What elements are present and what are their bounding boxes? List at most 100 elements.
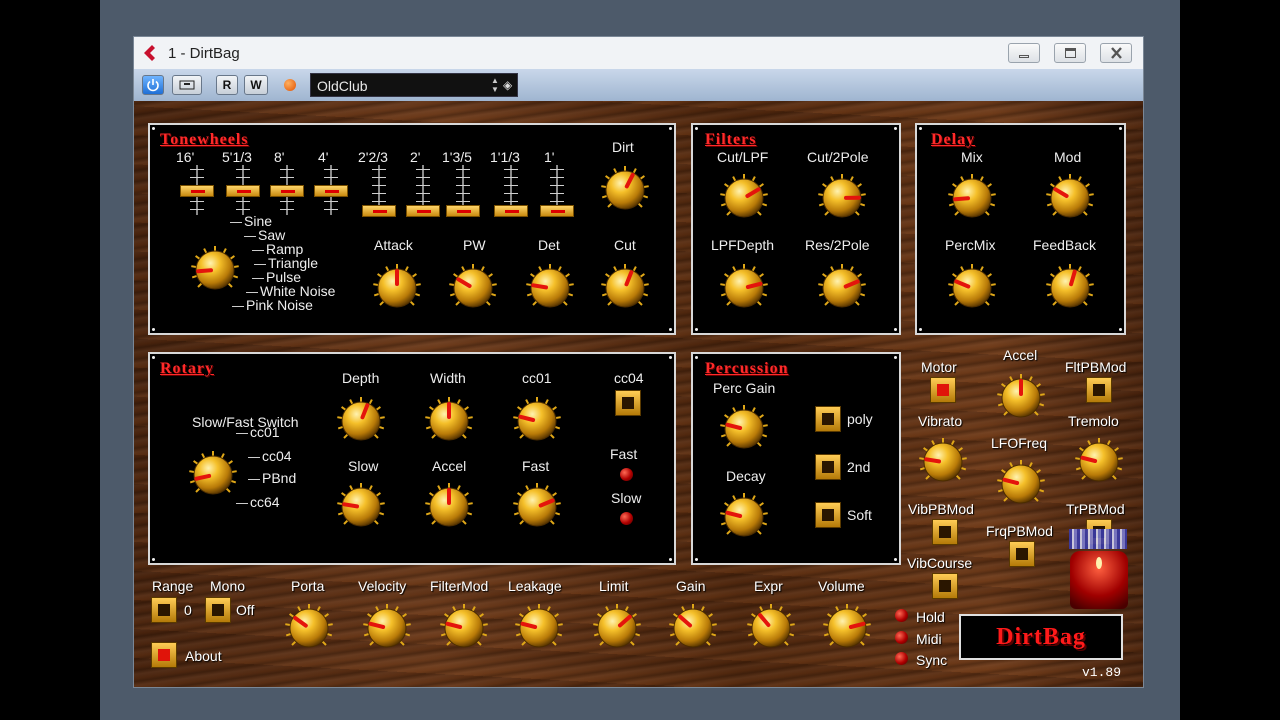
drawbar-fader[interactable] (494, 165, 528, 217)
cc01-knob[interactable] (512, 396, 562, 446)
waveform-leader-line (252, 278, 264, 279)
hold-led (895, 609, 908, 622)
lpf-depth-knob[interactable] (719, 263, 769, 313)
second-button[interactable] (815, 454, 841, 480)
expr-knob[interactable] (746, 603, 796, 653)
mono-button[interactable] (205, 597, 231, 623)
slow-knob[interactable] (336, 482, 386, 532)
read-automation-button[interactable]: R (216, 75, 238, 95)
knob-graphic (818, 264, 866, 308)
drawbar-fader[interactable] (362, 165, 396, 217)
percussion-title: Percussion (705, 360, 789, 377)
vibrato-knob[interactable] (918, 437, 968, 487)
det-knob[interactable] (525, 263, 575, 313)
preset-selector[interactable]: OldClub ▲ ▼ ◈ (310, 73, 518, 97)
cc04-button[interactable] (615, 390, 641, 416)
feedback-knob[interactable] (1045, 263, 1095, 313)
frqpbmod-button[interactable] (1009, 541, 1035, 567)
res-2pole-knob[interactable] (817, 263, 867, 313)
rotary-switch-option[interactable]: PBnd (262, 470, 296, 486)
filtermod-knob[interactable] (439, 603, 489, 653)
slow-led-label: Slow (611, 490, 642, 506)
knob-graphic (823, 604, 871, 648)
vibpbmod-label: VibPBMod (908, 501, 974, 517)
rotary-title: Rotary (160, 360, 214, 377)
maximize-button[interactable] (1054, 43, 1086, 63)
minimize-button[interactable] (1008, 43, 1040, 63)
tremolo-knob[interactable] (1074, 437, 1124, 487)
poly-button[interactable] (815, 406, 841, 432)
mono-label: Mono (210, 578, 246, 594)
soft-button[interactable] (815, 502, 841, 528)
drawbar-label: 4' (318, 149, 329, 165)
dirt-knob[interactable] (600, 165, 650, 215)
cut-2pole-knob[interactable] (817, 173, 867, 223)
rotary-switch-option[interactable]: cc64 (250, 494, 280, 510)
lfofreq-label: LFOFreq (991, 435, 1048, 451)
brand-name: DirtBag (996, 624, 1086, 650)
decay-label: Decay (726, 468, 766, 484)
cut-knob[interactable] (600, 263, 650, 313)
knob-graphic (720, 174, 768, 218)
range-button[interactable] (151, 597, 177, 623)
leakage-knob[interactable] (514, 603, 564, 653)
drawbar-fader[interactable] (406, 165, 440, 217)
write-automation-button[interactable]: W (244, 75, 268, 95)
res-2pole-label: Res/2Pole (805, 237, 870, 253)
expr-label: Expr (754, 578, 783, 594)
porta-label: Porta (291, 578, 325, 594)
delay-section: Delay Mix Mod PercMix FeedBack (915, 123, 1126, 335)
gain-knob[interactable] (668, 603, 718, 653)
motor-button[interactable] (930, 377, 956, 403)
rotary-switch-option[interactable]: cc01 (250, 424, 280, 440)
pw-knob[interactable] (448, 263, 498, 313)
perc-gain-knob[interactable] (719, 404, 769, 454)
knob-graphic (818, 174, 866, 218)
about-button[interactable] (151, 642, 177, 668)
cut-lpf-knob[interactable] (719, 173, 769, 223)
bypass-button[interactable] (172, 75, 202, 95)
drawbar-fader[interactable] (180, 165, 214, 215)
knob-graphic (669, 604, 717, 648)
filters-section: Filters Cut/LPF Cut/2Pole LPFDepth Res/2… (691, 123, 901, 335)
drawbar-fader[interactable] (226, 165, 260, 215)
waveform-option[interactable]: Pink Noise (246, 297, 313, 313)
preset-stepper[interactable]: ▲ ▼ (489, 76, 501, 94)
sync-led (895, 652, 908, 665)
width-knob[interactable] (424, 396, 474, 446)
fast-knob[interactable] (512, 482, 562, 532)
accel-knob[interactable] (424, 482, 474, 532)
volume-knob[interactable] (822, 603, 872, 653)
close-icon (1111, 47, 1122, 59)
mix-knob[interactable] (947, 173, 997, 223)
slow-fast-switch-label: Slow/Fast Switch (192, 414, 299, 430)
vibpbmod-button[interactable] (932, 519, 958, 545)
mod-knob[interactable] (1045, 173, 1095, 223)
porta-knob[interactable] (284, 603, 334, 653)
cc01-label: cc01 (522, 370, 552, 386)
drawbar-fader[interactable] (446, 165, 480, 217)
volume-label: Volume (818, 578, 865, 594)
preset-browse-icon[interactable]: ◈ (503, 78, 515, 92)
decay-knob[interactable] (719, 492, 769, 542)
knob-graphic (593, 604, 641, 648)
waveform-selector-knob[interactable] (190, 245, 240, 295)
slow-fast-switch-knob[interactable] (188, 450, 238, 500)
power-button[interactable] (142, 75, 164, 95)
drawbar-fader[interactable] (314, 165, 348, 215)
drawbar-fader[interactable] (540, 165, 574, 217)
depth-knob[interactable] (336, 396, 386, 446)
drawbar-fader[interactable] (270, 165, 304, 215)
vibcourse-button[interactable] (932, 573, 958, 599)
lfofreq-knob[interactable] (996, 459, 1046, 509)
attack-knob[interactable] (372, 263, 422, 313)
dirt-label: Dirt (612, 139, 634, 155)
side-accel-knob[interactable] (996, 373, 1046, 423)
velocity-knob[interactable] (362, 603, 412, 653)
fltpbmod-button[interactable] (1086, 377, 1112, 403)
rotary-switch-option[interactable]: cc04 (262, 448, 292, 464)
close-button[interactable] (1100, 43, 1132, 63)
limit-knob[interactable] (592, 603, 642, 653)
percmix-knob[interactable] (947, 263, 997, 313)
knob-graphic (337, 397, 385, 441)
